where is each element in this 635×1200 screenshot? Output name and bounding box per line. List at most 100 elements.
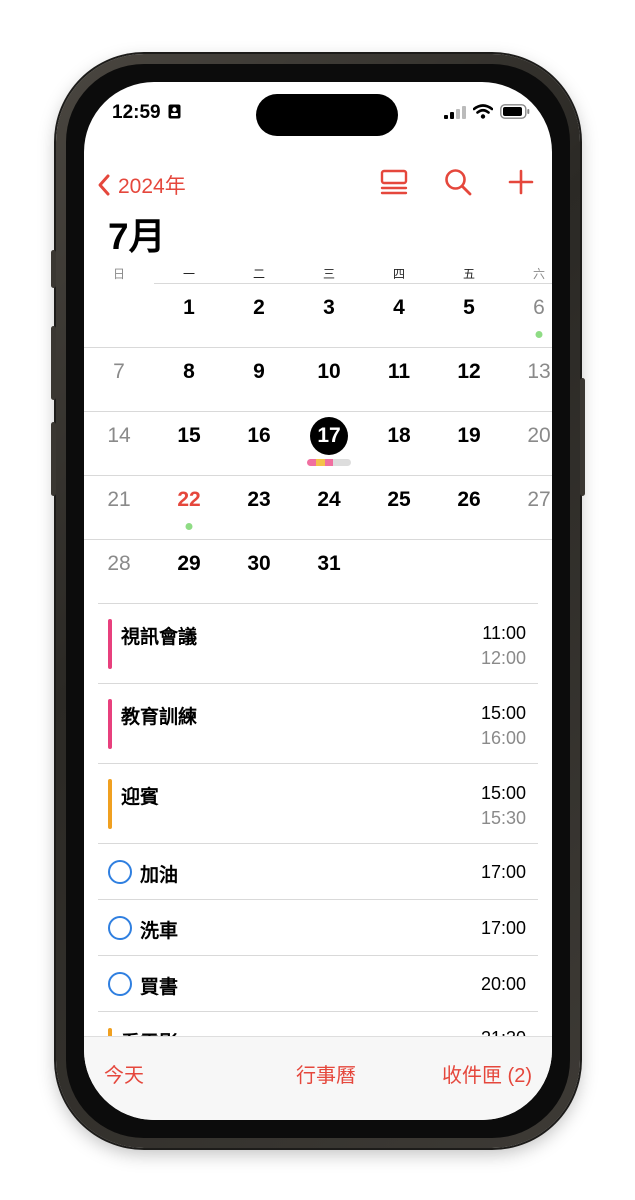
- day-number: 5: [463, 296, 475, 319]
- status-time: 12:59: [112, 102, 181, 124]
- calendar-day[interactable]: 31: [294, 539, 364, 603]
- event-indicator-segment: [333, 459, 343, 466]
- day-number: 25: [387, 488, 411, 511]
- day-number: 21: [107, 488, 131, 511]
- day-number: 3: [323, 296, 335, 319]
- calendar-day[interactable]: 27: [504, 475, 552, 539]
- event-end-time: 15:30: [480, 808, 526, 828]
- event-indicator-bar: [307, 459, 351, 466]
- day-number: 8: [183, 360, 195, 383]
- day-number: 26: [457, 488, 481, 511]
- calendar-day[interactable]: 12: [434, 347, 504, 411]
- event-item[interactable]: 教育訓練 15:00 16:00: [98, 684, 538, 764]
- event-item[interactable]: 迎賓 15:00 15:30: [98, 764, 538, 844]
- calendar-day[interactable]: 10: [294, 347, 364, 411]
- week-row: 7 8 9 10 11 12 13: [84, 347, 552, 411]
- day-number: 1: [183, 296, 195, 319]
- month-title: 7月: [108, 216, 166, 257]
- day-number: 31: [317, 552, 341, 575]
- calendar-day[interactable]: 3: [294, 283, 364, 347]
- calendar-day[interactable]: 8: [154, 347, 224, 411]
- calendars-button[interactable]: 行事曆: [296, 1059, 356, 1088]
- calendar-day[interactable]: 13: [504, 347, 552, 411]
- week-row: 14 15 16 17 18 19 20: [84, 411, 552, 475]
- calendar-day[interactable]: 5: [434, 283, 504, 347]
- volume-up-button: [51, 326, 56, 400]
- day-number: 22: [177, 488, 201, 511]
- day-number: 19: [457, 424, 481, 447]
- reminder-circle-icon[interactable]: [108, 972, 132, 996]
- event-color-bar: [108, 699, 112, 749]
- inbox-button[interactable]: 收件匣 (2): [442, 1059, 532, 1088]
- day-number: 4: [393, 296, 405, 319]
- calendar-day[interactable]: 29: [154, 539, 224, 603]
- event-color-bar: [108, 619, 112, 669]
- weekday-label: 二: [252, 267, 265, 281]
- screen: 12:59 2024年 7月 日 一 二 三 四 五 六 1 2 3 4 5 6…: [84, 82, 552, 1120]
- event-color-bar: [108, 779, 112, 829]
- event-start-time: 11:00: [482, 623, 526, 643]
- calendar-day[interactable]: 11: [364, 347, 434, 411]
- calendar-day[interactable]: 30: [224, 539, 294, 603]
- reminder-item[interactable]: 洗車 17:00: [98, 900, 538, 956]
- day-number: 16: [247, 424, 271, 447]
- back-to-year-button[interactable]: 2024年: [96, 170, 186, 200]
- list-view-icon[interactable]: [380, 169, 408, 195]
- day-number: 7: [113, 360, 125, 383]
- event-item[interactable]: 視訊會議 11:00 12:00: [98, 604, 538, 684]
- action-button: [51, 250, 56, 288]
- calendar-day[interactable]: 17: [294, 411, 364, 475]
- reminder-time: 17:00: [480, 862, 526, 882]
- calendar-day[interactable]: 22: [154, 475, 224, 539]
- weekday-header: 日 一 二 三 四 五 六: [84, 265, 552, 283]
- reminder-title: 洗車: [140, 921, 179, 942]
- calendar-day[interactable]: 15: [154, 411, 224, 475]
- calendar-day[interactable]: 21: [84, 475, 154, 539]
- reminder-item[interactable]: 加油 17:00: [98, 844, 538, 900]
- calendar-day[interactable]: 14: [84, 411, 154, 475]
- volume-down-button: [51, 422, 56, 496]
- calendar-day[interactable]: 19: [434, 411, 504, 475]
- event-title: 迎賓: [121, 787, 160, 808]
- day-number: 29: [177, 552, 201, 575]
- event-title: 視訊會議: [121, 627, 198, 648]
- search-icon[interactable]: [444, 168, 472, 196]
- week-row: 28 29 30 31: [84, 539, 552, 603]
- calendar-day[interactable]: 20: [504, 411, 552, 475]
- reminder-time: 20:00: [480, 974, 526, 994]
- calendar-day[interactable]: 4: [364, 283, 434, 347]
- reminder-item[interactable]: 買書 20:00: [98, 956, 538, 1012]
- weekday-label: 六: [532, 267, 545, 281]
- event-start-time: 15:00: [480, 783, 526, 803]
- nav-actions: [380, 168, 534, 196]
- reminder-circle-icon[interactable]: [108, 860, 132, 884]
- calendar-day[interactable]: 2: [224, 283, 294, 347]
- day-number: 24: [317, 488, 341, 511]
- back-label: 2024年: [118, 175, 186, 198]
- calendar-day[interactable]: 1: [154, 283, 224, 347]
- reminder-circle-icon[interactable]: [108, 916, 132, 940]
- weekday-label: 五: [462, 267, 475, 281]
- add-icon[interactable]: [508, 169, 534, 195]
- calendar-day[interactable]: 16: [224, 411, 294, 475]
- calendar-day[interactable]: 9: [224, 347, 294, 411]
- event-dot: [185, 523, 193, 530]
- calendar-day[interactable]: 24: [294, 475, 364, 539]
- day-number: 30: [247, 552, 271, 575]
- day-number: 27: [527, 488, 551, 511]
- weekday-label: 三: [322, 267, 335, 281]
- calendar-day[interactable]: 18: [364, 411, 434, 475]
- calendar-day[interactable]: 26: [434, 475, 504, 539]
- month-grid: 1 2 3 4 5 6 7 8 9 10 11 12 13 14 15 16 17 18 19 20 21 22 23 24 2…: [84, 283, 552, 603]
- today-button[interactable]: 今天: [104, 1059, 144, 1088]
- day-agenda: 視訊會議 11:00 12:00 教育訓練 15:00 16:00 迎賓 15:…: [98, 603, 538, 1058]
- calendar-day[interactable]: 7: [84, 347, 154, 411]
- status-icons: [444, 104, 530, 119]
- calendar-day[interactable]: 25: [364, 475, 434, 539]
- day-number: 6: [533, 296, 545, 319]
- calendar-day[interactable]: 23: [224, 475, 294, 539]
- day-number: 2: [253, 296, 265, 319]
- calendar-day[interactable]: 6: [504, 283, 552, 347]
- calendar-day[interactable]: 28: [84, 539, 154, 603]
- reminder-title: 買書: [140, 977, 179, 998]
